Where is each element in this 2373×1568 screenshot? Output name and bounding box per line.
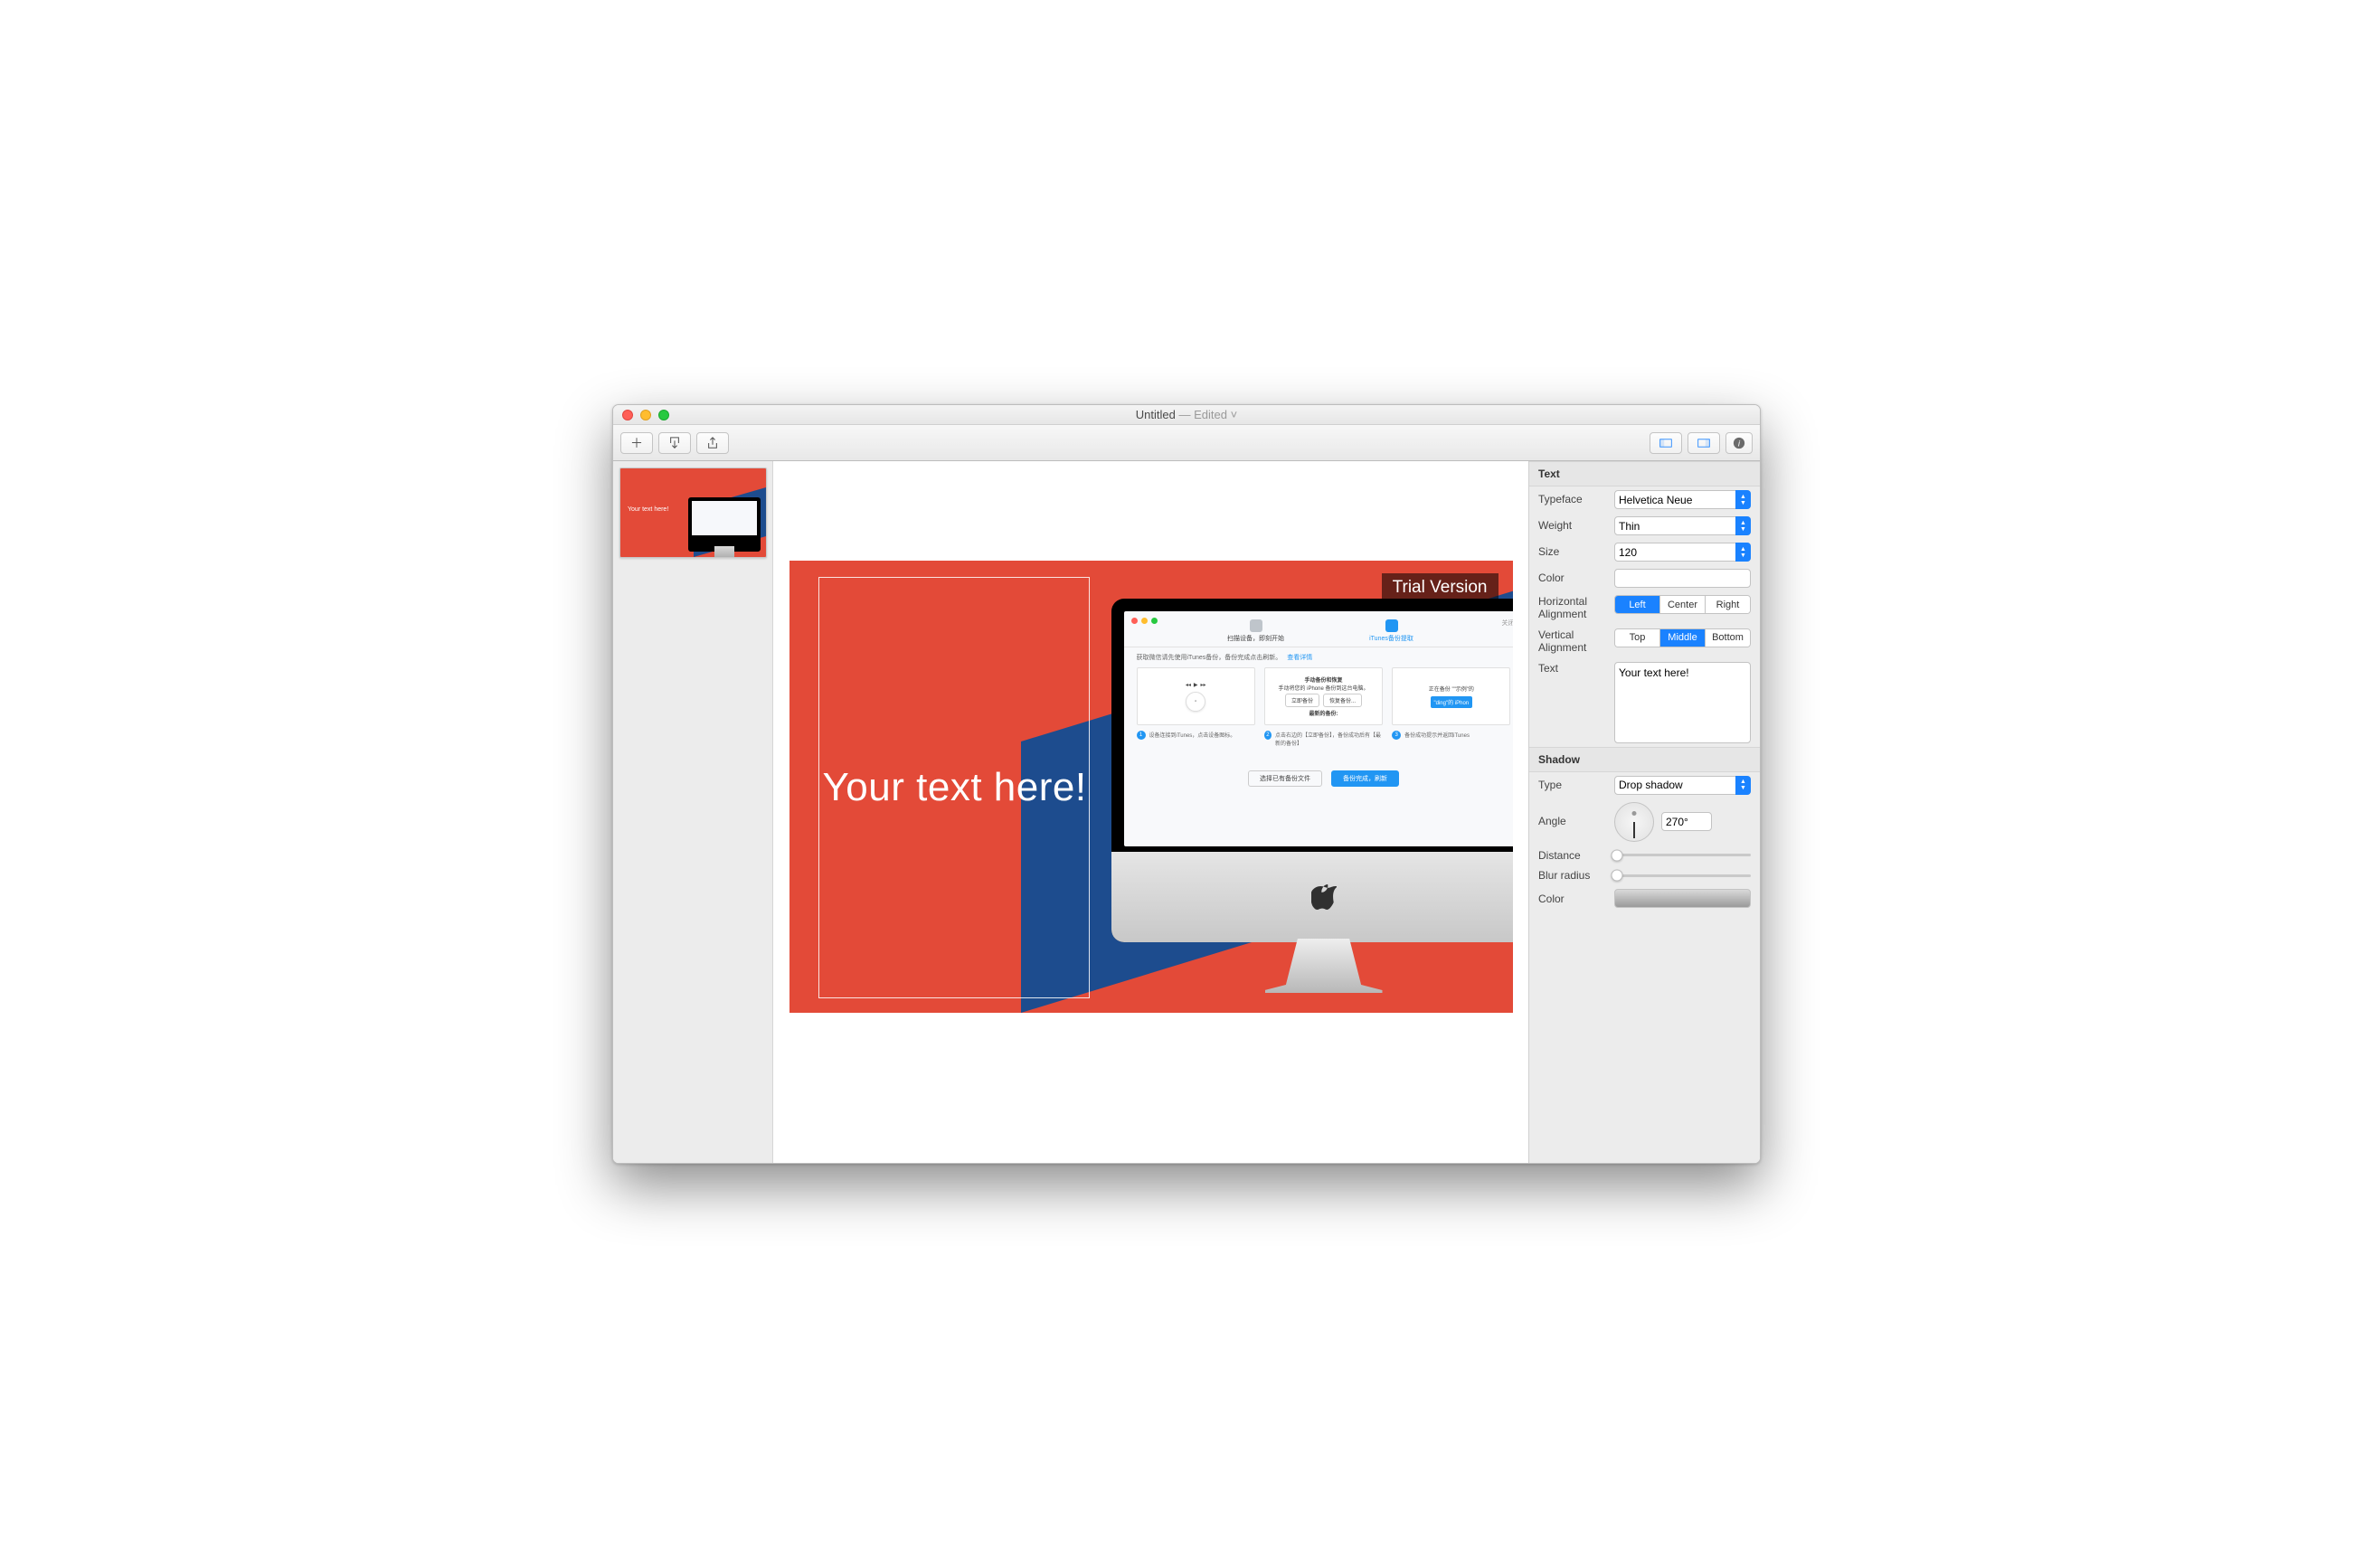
app-btn-refresh: 备份完成，刷新 xyxy=(1331,770,1399,787)
window-title: Untitled — Edited ˅ xyxy=(613,408,1760,421)
text-content: Your text here! xyxy=(819,765,1087,810)
shadow-type-select[interactable]: Drop shadow ▲▼ xyxy=(1614,776,1751,795)
panel-right-icon xyxy=(1697,437,1710,449)
panel-right-button[interactable] xyxy=(1688,432,1720,454)
panel-left-button[interactable] xyxy=(1650,432,1682,454)
app-close-label: 关闭 xyxy=(1502,619,1513,628)
thumb-text: Your text here! xyxy=(628,506,668,513)
chevron-updown-icon: ▲▼ xyxy=(1735,516,1751,535)
angle-dial[interactable] xyxy=(1614,802,1654,842)
export-button[interactable] xyxy=(658,432,691,454)
halign-segment[interactable]: Left Center Right xyxy=(1614,595,1751,614)
app-tab-scan: 扫描设备，即刻开始 xyxy=(1215,619,1297,643)
title-status: — Edited xyxy=(1179,408,1227,421)
app-card-3: 正在备份 ""示例"的 "ding"的 iPhon xyxy=(1392,667,1510,725)
imac-mockup: 扫描设备，即刻开始 iTunes备份提取 关闭 获取微信请先使用iTunes备份… xyxy=(1111,599,1513,993)
maximize-icon[interactable] xyxy=(658,410,669,420)
weight-select[interactable]: Thin ▲▼ xyxy=(1614,516,1751,535)
text-element[interactable]: Your text here! xyxy=(818,577,1090,998)
app-card-2: 手动备份和恢复 手动将您的 iPhone 备份到这台电脑。 立即备份恢复备份..… xyxy=(1264,667,1383,725)
typeface-select[interactable]: Helvetica Neue ▲▼ xyxy=(1614,490,1751,509)
share-button[interactable] xyxy=(696,432,729,454)
inspector-panel: Text Typeface Helvetica Neue ▲▼ Weight T… xyxy=(1528,461,1760,1163)
close-icon[interactable] xyxy=(622,410,633,420)
traffic-lights xyxy=(622,410,669,420)
info-icon: i xyxy=(1733,437,1745,449)
add-button[interactable]: ＋ xyxy=(620,432,653,454)
text-color-well[interactable] xyxy=(1614,569,1751,588)
panel-left-icon xyxy=(1659,437,1672,449)
slide-thumbnail[interactable]: Your text here! xyxy=(619,468,767,558)
shadow-color-well[interactable] xyxy=(1614,889,1751,908)
slide-canvas[interactable]: Trial Version Your text here! 扫描设备，即刻开始 … xyxy=(789,561,1513,1013)
apple-logo-icon xyxy=(1311,883,1337,912)
embedded-app: 扫描设备，即刻开始 iTunes备份提取 关闭 获取微信请先使用iTunes备份… xyxy=(1124,611,1513,846)
canvas-area: Trial Version Your text here! 扫描设备，即刻开始 … xyxy=(773,461,1528,1163)
app-window: Untitled — Edited ˅ ＋ i xyxy=(612,404,1761,1164)
section-shadow: Shadow xyxy=(1529,747,1760,772)
size-select[interactable]: ▲▼ xyxy=(1614,543,1751,562)
export-icon xyxy=(668,437,681,449)
toolbar: ＋ i xyxy=(613,425,1760,461)
app-btn-choose: 选择已有备份文件 xyxy=(1248,770,1322,787)
minimize-icon[interactable] xyxy=(640,410,651,420)
title-text: Untitled xyxy=(1136,408,1176,421)
chevron-updown-icon: ▲▼ xyxy=(1735,776,1751,795)
titlebar: Untitled — Edited ˅ xyxy=(613,405,1760,425)
blur-slider[interactable] xyxy=(1614,874,1751,877)
text-textarea[interactable]: Your text here! xyxy=(1614,662,1751,743)
chevron-updown-icon: ▲▼ xyxy=(1735,543,1751,562)
angle-input[interactable] xyxy=(1661,812,1712,831)
thumbnail-sidebar: Your text here! xyxy=(613,461,773,1163)
chevron-updown-icon: ▲▼ xyxy=(1735,490,1751,509)
distance-slider[interactable] xyxy=(1614,854,1751,856)
share-icon xyxy=(706,437,719,449)
section-text: Text xyxy=(1529,461,1760,486)
app-tab-itunes: iTunes备份提取 xyxy=(1351,619,1432,643)
plus-icon: ＋ xyxy=(630,434,643,452)
chevron-down-icon[interactable]: ˅ xyxy=(1231,408,1238,421)
valign-segment[interactable]: Top Middle Bottom xyxy=(1614,628,1751,647)
info-button[interactable]: i xyxy=(1725,432,1753,454)
app-card-1: ◂◂▶▸▸ ▫ xyxy=(1137,667,1255,725)
